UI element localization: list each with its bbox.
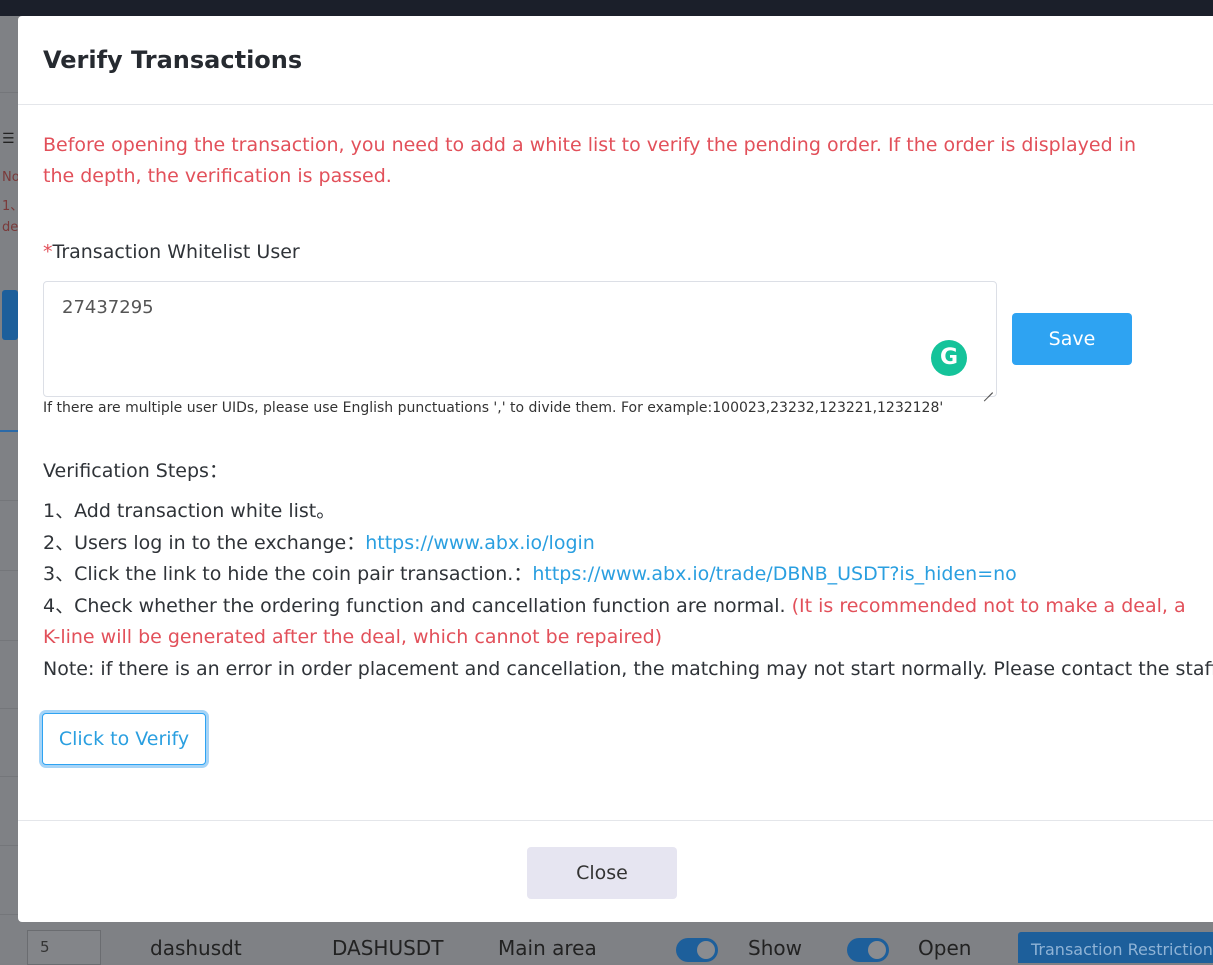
dialog-title: Verify Transactions: [43, 46, 303, 74]
warning-message: Before opening the transaction, you need…: [43, 134, 1137, 187]
app-top-bar: [0, 0, 1213, 16]
save-button[interactable]: Save: [1012, 313, 1132, 365]
whitelist-hint: If there are multiple user UIDs, please …: [43, 400, 944, 416]
side-text: de: [2, 220, 19, 235]
app-left-edge: ☰ No 1、 de: [0, 0, 23, 963]
steps-title: Verification Steps：: [43, 460, 228, 482]
step-note: Note: if there is an error in order plac…: [43, 657, 1213, 680]
whitelist-value: 27437295: [62, 297, 154, 318]
close-button[interactable]: Close: [527, 847, 677, 899]
sort-index-input[interactable]: 5: [27, 930, 101, 965]
transaction-restriction-button[interactable]: Transaction Restriction: [1018, 932, 1213, 963]
open-label: Open: [918, 936, 972, 960]
trade-link[interactable]: https://www.abx.io/trade/DBNB_USDT?is_hi…: [532, 563, 1016, 585]
grammarly-icon[interactable]: G: [931, 340, 967, 376]
step-2: 2、Users log in to the exchange：https://w…: [43, 528, 1193, 560]
required-mark: *: [43, 241, 53, 263]
dialog-header: Verify Transactions: [18, 16, 1213, 105]
login-link[interactable]: https://www.abx.io/login: [365, 532, 595, 554]
step-4-text: 4、Check whether the ordering function an…: [43, 594, 792, 617]
table-row: 5 dashusdt DASHUSDT Main area Show Open …: [0, 926, 1213, 965]
whitelist-textarea[interactable]: 27437295 G: [43, 281, 997, 397]
dialog-footer: Close: [18, 820, 1213, 923]
symbol-cell: dashusdt: [150, 936, 242, 960]
step-3-text: 3、Click the link to hide the coin pair t…: [43, 563, 533, 585]
background-button[interactable]: [2, 290, 18, 340]
step-4: 4、Check whether the ordering function an…: [43, 591, 1193, 654]
resize-handle-icon[interactable]: [983, 383, 993, 393]
whitelist-label: *Transaction Whitelist User: [43, 241, 300, 263]
step-2-text: 2、Users log in to the exchange：: [43, 531, 366, 554]
verification-steps: 1、Add transaction white list。 2、Users lo…: [43, 496, 1213, 685]
menu-icon[interactable]: ☰: [2, 132, 18, 146]
whitelist-label-text: Transaction Whitelist User: [52, 241, 300, 263]
open-toggle[interactable]: [847, 938, 889, 962]
step-1: 1、Add transaction white list。: [43, 500, 336, 522]
area-cell: Main area: [498, 936, 597, 960]
step-3: 3、Click the link to hide the coin pair t…: [43, 559, 1193, 591]
click-to-verify-button[interactable]: Click to Verify: [42, 713, 206, 765]
pair-cell: DASHUSDT: [332, 936, 444, 960]
show-toggle[interactable]: [676, 938, 718, 962]
show-label: Show: [748, 936, 802, 960]
verify-transactions-dialog: Verify Transactions Before opening the t…: [18, 16, 1213, 922]
